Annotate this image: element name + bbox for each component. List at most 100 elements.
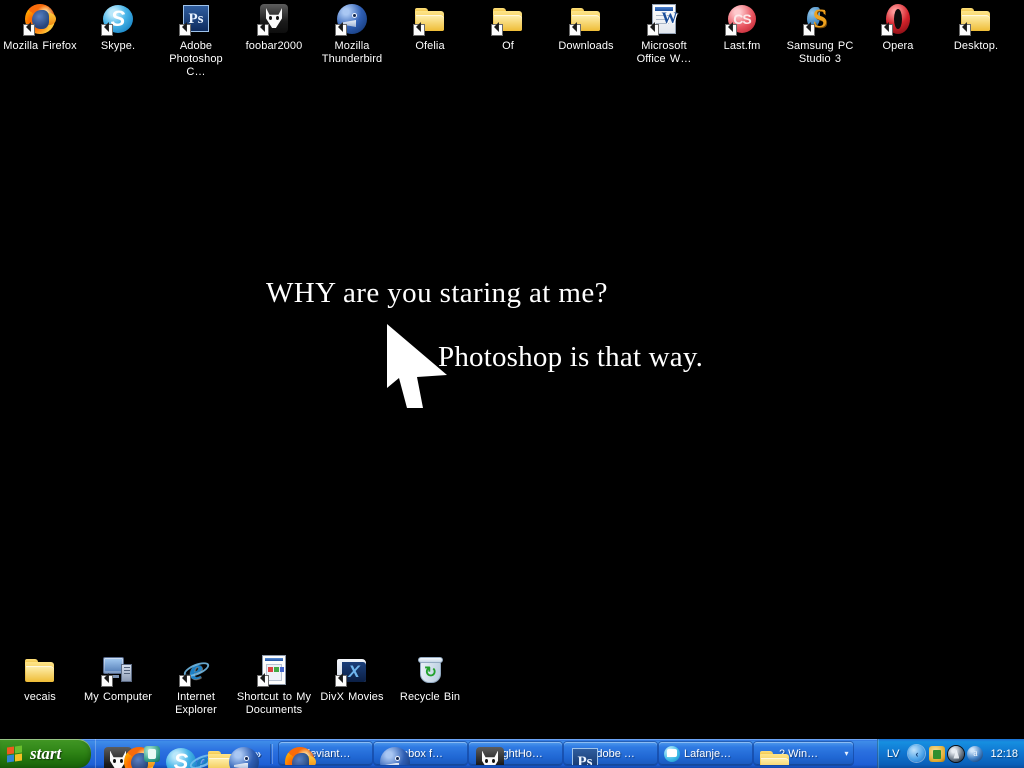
desktop-icon[interactable]: X DivX Movies <box>314 654 390 704</box>
taskbar-window-button-label: LightHo… <box>494 747 543 760</box>
shortcut-arrow-icon <box>959 24 971 36</box>
desktop-icon[interactable]: My Computer <box>80 654 156 704</box>
taskbar-window-button[interactable]: 2 Win… ▾ <box>754 742 853 765</box>
start-button-label: start <box>30 743 62 763</box>
shortcut-arrow-icon <box>257 24 269 36</box>
folder-icon <box>759 746 789 765</box>
chevron-down-icon[interactable]: ▾ <box>840 749 853 758</box>
desktop-icon-label: Microsoft Office W… <box>636 40 692 65</box>
quick-launch-skype[interactable]: S <box>165 746 196 768</box>
quick-launch-folder[interactable] <box>207 746 237 768</box>
quick-launch-app[interactable] <box>144 745 160 762</box>
taskbar-window-button-label: Lafanje… <box>684 747 732 760</box>
desktop-icon[interactable]: ↻ Recycle Bin <box>392 654 468 704</box>
desktop-icon-label: Last.fm <box>723 40 761 52</box>
taskbar-window-button[interactable]: deviant… <box>279 742 372 765</box>
taskbar-window-button[interactable]: LightHo… <box>469 742 562 765</box>
quick-launch-bar: Se» <box>95 739 275 768</box>
desktop-icon[interactable]: Shortcut to My Documents <box>236 654 312 717</box>
desktop-surface[interactable]: Mozilla Firefox S Skype. Ps Adobe Photoshop … <box>0 0 1024 739</box>
shortcut-arrow-icon <box>881 24 893 36</box>
skype-icon: S <box>101 3 134 36</box>
desktop-watermark-line-2: Photoshop is that way. <box>438 341 704 373</box>
shortcut-arrow-icon <box>335 675 347 687</box>
folder-icon <box>24 654 56 686</box>
desktop-icon[interactable]: Of <box>470 3 546 53</box>
language-indicator[interactable]: LV <box>882 747 905 761</box>
lastfm-icon: CS <box>725 3 758 36</box>
tray-icon-disc[interactable] <box>948 745 965 762</box>
taskbar-window-button[interactable]: Lafanje… <box>659 742 752 765</box>
taskbar-window-button[interactable]: Ps Adobe … <box>564 742 657 765</box>
quick-launch-firefox[interactable] <box>123 746 155 768</box>
foobar2000-icon <box>257 3 290 36</box>
desktop-icon-label: Ofelia <box>415 40 445 52</box>
start-button[interactable]: start <box>0 739 91 768</box>
desktop-icon[interactable]: Ofelia <box>392 3 468 53</box>
thunderbird-icon <box>335 3 368 36</box>
messenger-icon <box>664 745 680 762</box>
desktop-icon[interactable]: foobar2000 <box>236 3 312 53</box>
desktop-icon-label: Desktop. <box>953 40 999 52</box>
desktop-icon[interactable]: Opera <box>860 3 936 53</box>
tray-icon-ball[interactable] <box>967 745 984 762</box>
shortcut-arrow-icon <box>101 675 113 687</box>
desktop-icon[interactable]: CS Last.fm <box>704 3 780 53</box>
folder-icon <box>413 3 446 36</box>
foobar2000-icon <box>474 746 504 765</box>
desktop-icon[interactable]: Downloads <box>548 3 624 53</box>
quick-launch-thunderbird[interactable] <box>228 746 259 768</box>
window-button-list: deviant… Inbox f… LightHo… Ps Adobe … Lafanje… <box>275 739 877 768</box>
shortcut-arrow-icon <box>335 24 347 36</box>
desktop-icon[interactable]: Mozilla Thunderbird <box>314 3 390 66</box>
word-document-icon: W <box>647 3 680 36</box>
tray-icon-hand[interactable] <box>929 745 946 762</box>
desktop-icon[interactable]: vecais <box>2 654 78 704</box>
chevron-left-icon[interactable]: ‹ <box>908 745 926 762</box>
desktop-icon-label: Recycle Bin <box>399 691 461 703</box>
clock[interactable]: 12:18 <box>990 748 1018 760</box>
my-documents-icon <box>257 654 290 687</box>
recycle-bin-icon: ↻ <box>414 654 446 686</box>
desktop-icon-label: DivX Movies <box>320 691 384 703</box>
desktop-icon[interactable]: W Microsoft Office W… <box>626 3 702 66</box>
desktop-icon-label: Mozilla Thunderbird <box>321 40 383 65</box>
desktop-icon[interactable]: S Skype. <box>80 3 156 53</box>
firefox-icon <box>23 3 56 36</box>
taskbar-window-button-label: Adobe … <box>589 747 635 760</box>
desktop-icon-label: Of <box>502 40 514 52</box>
desktop-icon-label: Adobe Photoshop C… <box>169 40 223 78</box>
windows-flag-icon <box>7 745 24 762</box>
photoshop-icon: Ps <box>569 746 598 765</box>
taskbar: start Se» deviant… Inbox f… LightHo… Ps Adob… <box>0 739 1024 768</box>
folder-icon <box>959 3 992 36</box>
shortcut-arrow-icon <box>257 675 269 687</box>
desktop-icon-label: Skype. <box>100 40 136 52</box>
folder-icon <box>491 3 524 36</box>
shortcut-arrow-icon <box>491 24 503 36</box>
samsung-pc-studio-icon: S <box>803 3 836 36</box>
thunderbird-icon <box>379 746 410 765</box>
taskbar-window-button[interactable]: Inbox f… <box>374 742 467 765</box>
desktop-watermark-line-1: WHY are you staring at me? <box>266 277 608 309</box>
photoshop-icon: Ps <box>179 3 212 36</box>
shortcut-arrow-icon <box>413 24 425 36</box>
system-tray: LV ‹ 12:18 <box>876 739 1024 768</box>
desktop-icon[interactable]: e Internet Explorer <box>158 654 234 717</box>
desktop-icon[interactable]: S Samsung PC Studio 3 <box>782 3 858 66</box>
desktop-icon-label: My Computer <box>83 691 153 703</box>
desktop-icon[interactable]: Ps Adobe Photoshop C… <box>158 3 234 79</box>
desktop-icon-label: Shortcut to My Documents <box>236 691 312 716</box>
opera-icon <box>881 3 914 36</box>
desktop-icon[interactable]: Mozilla Firefox <box>2 3 78 53</box>
quick-launch-internet-explorer[interactable]: e <box>186 746 218 768</box>
folder-icon <box>569 3 602 36</box>
desktop-icon-label: vecais <box>24 691 56 703</box>
desktop-icon-label: Opera <box>882 40 914 52</box>
taskbar-divider <box>270 743 273 764</box>
shortcut-arrow-icon <box>569 24 581 36</box>
desktop-icon[interactable]: Desktop. <box>938 3 1014 53</box>
quick-launch-foobar2000[interactable] <box>102 746 132 768</box>
shortcut-arrow-icon <box>179 675 191 687</box>
shortcut-arrow-icon <box>23 24 35 36</box>
